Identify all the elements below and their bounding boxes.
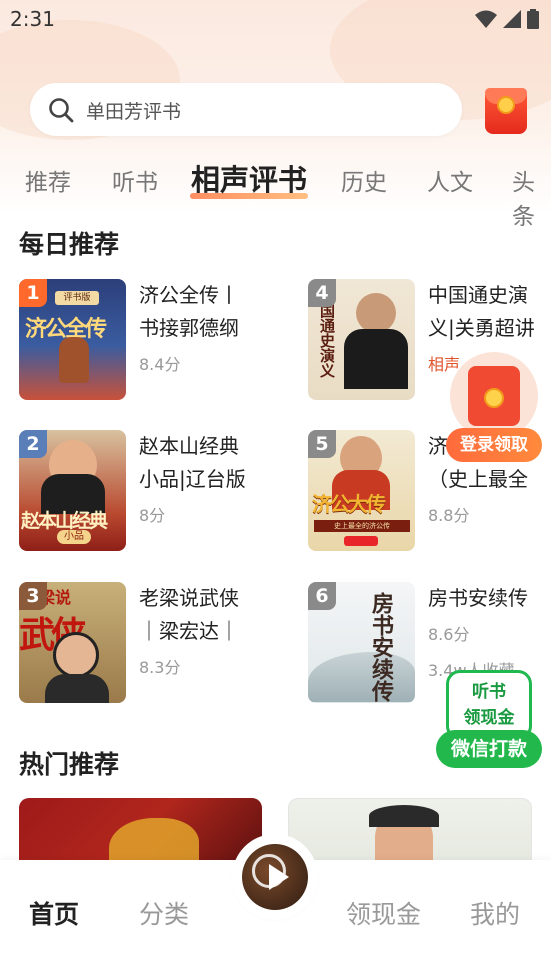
battery-icon xyxy=(527,9,539,29)
rank-badge: 3 xyxy=(19,582,47,610)
red-envelope-icon xyxy=(450,352,538,440)
rank-badge: 2 xyxy=(19,430,47,458)
item-title-line1: 济公全传丨 xyxy=(139,283,239,307)
player-button[interactable] xyxy=(236,838,314,916)
item-title-line2: 书接郭德纲 xyxy=(139,316,239,340)
tab-recommend[interactable]: 推荐 xyxy=(25,163,71,197)
signal-icon xyxy=(503,10,521,28)
item-title-line2: 义|关勇超讲 xyxy=(428,316,535,340)
cash-reward-line2: 领现金 xyxy=(463,708,515,728)
daily-section-title: 每日推荐 xyxy=(19,230,120,259)
nav-profile[interactable]: 我的 xyxy=(470,895,520,931)
item-rating: 8.8分 xyxy=(428,506,470,525)
book-cover: 济公大传 史上最全的济公传 5 xyxy=(308,430,415,551)
item-rating: 8分 xyxy=(139,506,166,525)
tab-audiobook[interactable]: 听书 xyxy=(112,163,158,197)
book-cover: 老梁说 武侠 3 xyxy=(19,582,126,703)
status-time: 2:31 xyxy=(10,7,55,31)
item-title-line2: 小品|辽台版 xyxy=(139,467,246,491)
rank-badge: 6 xyxy=(308,582,336,610)
rank-badge: 4 xyxy=(308,279,336,307)
nav-home[interactable]: 首页 xyxy=(29,895,79,931)
item-title-line1: 老梁说武侠 xyxy=(139,586,239,610)
hot-section-title: 热门推荐 xyxy=(19,750,120,779)
cover-note: 小品 xyxy=(57,530,91,544)
wifi-icon xyxy=(475,10,497,28)
cover-title: 房书安续传 xyxy=(368,592,394,702)
rank-badge: 1 xyxy=(19,279,47,307)
cover-note: 评书版 xyxy=(55,291,99,305)
book-cover: 房书安续传 6 xyxy=(308,582,415,703)
tab-humanities[interactable]: 人文 xyxy=(427,163,473,197)
item-title-line1: 中国通史演 xyxy=(428,283,528,307)
cover-title: 赵本山经典 xyxy=(21,510,108,532)
item-title-line1: 房书安续传 xyxy=(428,586,528,610)
hot-card[interactable] xyxy=(288,798,532,868)
login-claim-button[interactable]: 登录领取 xyxy=(446,428,542,462)
book-cover: 赵本山经典 小品 2 xyxy=(19,430,126,551)
search-icon xyxy=(49,98,74,123)
tab-headlines[interactable]: 头条 xyxy=(512,163,551,231)
nav-category[interactable]: 分类 xyxy=(139,895,189,931)
item-rating: 8.6分 xyxy=(428,625,470,644)
search-placeholder: 单田芳评书 xyxy=(86,101,182,123)
cash-reward-line1: 听书 xyxy=(472,682,506,702)
nav-earn-cash[interactable]: 领现金 xyxy=(346,895,421,931)
list-item[interactable]: 老梁说 武侠 3 老梁说武侠 ｜梁宏达｜ 8.3分 xyxy=(19,582,279,704)
item-title-line2: （史上最全 xyxy=(428,467,528,491)
wechat-pay-button[interactable]: 微信打款 xyxy=(436,730,542,768)
item-title-line2: ｜梁宏达｜ xyxy=(139,619,239,643)
list-item[interactable]: 评书版 济公全传 1 济公全传丨 书接郭德纲 8.4分 xyxy=(19,279,279,401)
rank-badge: 5 xyxy=(308,430,336,458)
red-packet-icon[interactable] xyxy=(485,88,527,134)
cash-reward-float[interactable]: 听书 领现金 微信打款 xyxy=(436,670,542,770)
list-item[interactable]: 赵本山经典 小品 2 赵本山经典 小品|辽台版 8分 xyxy=(19,430,279,552)
status-bar: 2:31 xyxy=(0,0,551,40)
category-tabs: 推荐 听书 相声评书 历史 人文 头条 xyxy=(0,155,551,230)
cover-note: 史上最全的济公传 xyxy=(314,520,410,532)
tab-history[interactable]: 历史 xyxy=(341,163,387,197)
tab-crosstalk[interactable]: 相声评书 xyxy=(191,157,307,199)
search-input[interactable]: 单田芳评书 xyxy=(30,83,462,136)
book-cover: 国通史演义 4 xyxy=(308,279,415,400)
item-rating: 8.4分 xyxy=(139,355,181,374)
cover-title: 国通史演义 xyxy=(318,303,336,378)
item-title-line1: 赵本山经典 xyxy=(139,434,239,458)
hot-card[interactable] xyxy=(19,798,262,868)
login-reward-float[interactable]: 登录领取 xyxy=(446,352,542,464)
book-cover: 评书版 济公全传 1 xyxy=(19,279,126,400)
cover-title: 济公大传 xyxy=(312,492,386,516)
item-rating: 8.3分 xyxy=(139,658,181,677)
play-icon xyxy=(269,864,289,890)
